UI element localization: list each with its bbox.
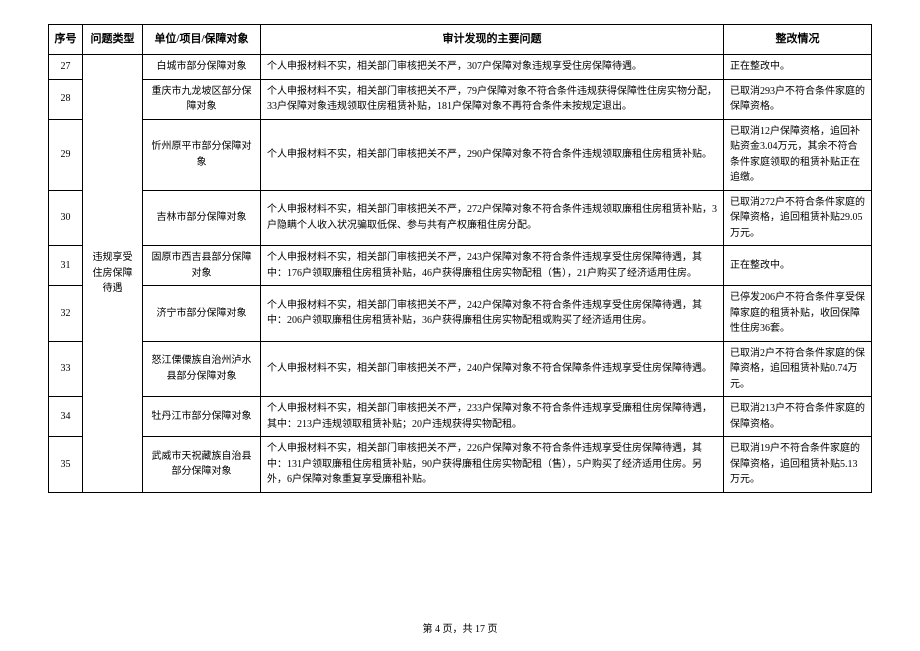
cell-status: 已取消19户不符合条件家庭的保障资格，追回租赁补贴5.13万元。 — [724, 437, 872, 493]
cell-seq: 30 — [49, 190, 83, 246]
cell-unit: 牡丹江市部分保障对象 — [143, 397, 261, 437]
cell-unit: 重庆市九龙坡区部分保障对象 — [143, 79, 261, 119]
cell-seq: 28 — [49, 79, 83, 119]
table-row: 33 怒江傈僳族自治州泸水县部分保障对象 个人申报材料不实，相关部门审核把关不严… — [49, 341, 872, 397]
table-row: 28 重庆市九龙坡区部分保障对象 个人申报材料不实，相关部门审核把关不严，79户… — [49, 79, 872, 119]
cell-status: 正在整改中。 — [724, 55, 872, 80]
cell-unit: 固原市西吉县部分保障对象 — [143, 246, 261, 286]
cell-status: 已取消272户不符合条件家庭的保障资格，追回租赁补贴29.05万元。 — [724, 190, 872, 246]
cell-status: 正在整改中。 — [724, 246, 872, 286]
cell-status: 已取消293户不符合条件家庭的保障资格。 — [724, 79, 872, 119]
cell-unit: 忻州原平市部分保障对象 — [143, 119, 261, 190]
table-row: 30 吉林市部分保障对象 个人申报材料不实，相关部门审核把关不严，272户保障对… — [49, 190, 872, 246]
table-row: 32 济宁市部分保障对象 个人申报材料不实，相关部门审核把关不严，242户保障对… — [49, 286, 872, 342]
cell-issue: 个人申报材料不实，相关部门审核把关不严，243户保障对象不符合条件违规享受住房保… — [261, 246, 724, 286]
table-row: 35 武威市天祝藏族自治县部分保障对象 个人申报材料不实，相关部门审核把关不严，… — [49, 437, 872, 493]
cell-issue: 个人申报材料不实，相关部门审核把关不严，79户保障对象不符合条件违规获得保障性住… — [261, 79, 724, 119]
cell-seq: 32 — [49, 286, 83, 342]
cell-unit: 白城市部分保障对象 — [143, 55, 261, 80]
col-status: 整改情况 — [724, 25, 872, 55]
table-row: 27 违规享受住房保障待遇 白城市部分保障对象 个人申报材料不实，相关部门审核把… — [49, 55, 872, 80]
cell-issue: 个人申报材料不实，相关部门审核把关不严，242户保障对象不符合条件违规享受住房保… — [261, 286, 724, 342]
table-row: 31 固原市西吉县部分保障对象 个人申报材料不实，相关部门审核把关不严，243户… — [49, 246, 872, 286]
cell-seq: 29 — [49, 119, 83, 190]
cell-issue: 个人申报材料不实，相关部门审核把关不严，307户保障对象违规享受住房保障待遇。 — [261, 55, 724, 80]
cell-unit: 怒江傈僳族自治州泸水县部分保障对象 — [143, 341, 261, 397]
cell-issue: 个人申报材料不实，相关部门审核把关不严，226户保障对象不符合条件违规享受住房保… — [261, 437, 724, 493]
table-header-row: 序号 问题类型 单位/项目/保障对象 审计发现的主要问题 整改情况 — [49, 25, 872, 55]
cell-seq: 27 — [49, 55, 83, 80]
cell-status: 已取消213户不符合条件家庭的保障资格。 — [724, 397, 872, 437]
cell-issue: 个人申报材料不实，相关部门审核把关不严，233户保障对象不符合条件违规享受廉租住… — [261, 397, 724, 437]
cell-status: 已取消2户不符合条件家庭的保障资格，追回租赁补贴0.74万元。 — [724, 341, 872, 397]
cell-issue: 个人申报材料不实，相关部门审核把关不严，240户保障对象不符合保障条件违规享受住… — [261, 341, 724, 397]
page-footer: 第 4 页，共 17 页 — [0, 620, 920, 635]
col-unit: 单位/项目/保障对象 — [143, 25, 261, 55]
col-category: 问题类型 — [83, 25, 143, 55]
cell-seq: 35 — [49, 437, 83, 493]
cell-seq: 33 — [49, 341, 83, 397]
audit-table: 序号 问题类型 单位/项目/保障对象 审计发现的主要问题 整改情况 27 违规享… — [48, 24, 872, 493]
cell-unit: 济宁市部分保障对象 — [143, 286, 261, 342]
cell-unit: 武威市天祝藏族自治县部分保障对象 — [143, 437, 261, 493]
cell-seq: 31 — [49, 246, 83, 286]
cell-issue: 个人申报材料不实，相关部门审核把关不严，272户保障对象不符合条件违规领取廉租住… — [261, 190, 724, 246]
cell-unit: 吉林市部分保障对象 — [143, 190, 261, 246]
cell-category: 违规享受住房保障待遇 — [83, 55, 143, 493]
cell-status: 已停发206户不符合条件享受保障家庭的租赁补贴，收回保障性住房36套。 — [724, 286, 872, 342]
col-seq: 序号 — [49, 25, 83, 55]
table-row: 34 牡丹江市部分保障对象 个人申报材料不实，相关部门审核把关不严，233户保障… — [49, 397, 872, 437]
cell-seq: 34 — [49, 397, 83, 437]
table-row: 29 忻州原平市部分保障对象 个人申报材料不实，相关部门审核把关不严，290户保… — [49, 119, 872, 190]
cell-status: 已取消12户保障资格，追回补贴资金3.04万元，其余不符合条件家庭领取的租赁补贴… — [724, 119, 872, 190]
col-issue: 审计发现的主要问题 — [261, 25, 724, 55]
cell-issue: 个人申报材料不实，相关部门审核把关不严，290户保障对象不符合条件违规领取廉租住… — [261, 119, 724, 190]
